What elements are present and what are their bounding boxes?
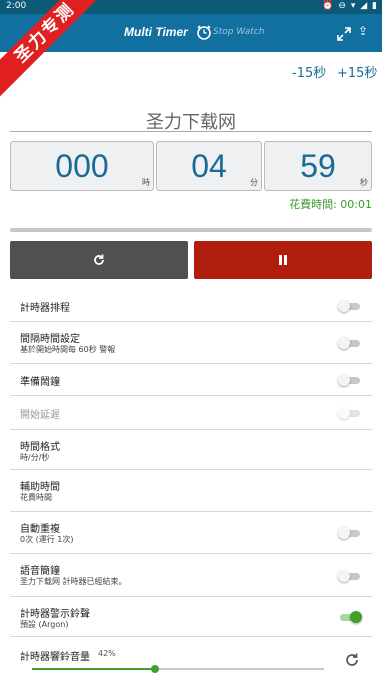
status-time: 2:00 xyxy=(6,1,27,11)
toggle-thumb xyxy=(338,527,350,539)
toggle-switch[interactable] xyxy=(338,374,362,386)
settings-row[interactable]: 語音簡鐘 圣力下载网 計時器已經結束。 xyxy=(10,554,372,597)
volume-slider-thumb[interactable] xyxy=(150,665,159,673)
toggle-thumb xyxy=(338,407,350,419)
settings-row[interactable]: 時間格式 時/分/秒 xyxy=(10,430,372,470)
toggle-thumb xyxy=(338,374,350,386)
dnd-icon: ⊖ xyxy=(338,1,347,11)
settings-row-label: 輔助時間 xyxy=(20,482,60,493)
settings-row-sublabel: 0次 (運行 1次) xyxy=(20,535,74,544)
toggle-switch[interactable] xyxy=(338,300,362,312)
tab-stopwatch[interactable]: Stop Watch xyxy=(213,27,264,37)
settings-row-label: 間隔時間設定 xyxy=(20,334,80,345)
settings-row-label: 語音簡鐘 xyxy=(20,566,60,577)
settings-row-sublabel: 基於開始時間每 60秒 警報 xyxy=(20,345,116,354)
settings-row-sublabel: 時/分/秒 xyxy=(20,453,50,462)
settings-row-label: 開始延遲 xyxy=(20,410,60,421)
minutes-box[interactable]: 04 分 xyxy=(156,141,262,191)
pause-icon xyxy=(279,255,287,265)
toggle-switch[interactable] xyxy=(338,569,362,582)
toggle-thumb xyxy=(338,300,350,312)
divider xyxy=(10,131,372,132)
toggle-thumb xyxy=(338,569,350,582)
wifi-icon: ▾ xyxy=(350,1,357,11)
signal-icon: ◢ xyxy=(360,1,369,11)
settings-row-label: 計時器警示鈴聲 xyxy=(20,609,90,620)
volume-label: 計時器響鈴音量 xyxy=(20,652,90,663)
settings-row[interactable]: 輔助時間 花費時間 xyxy=(10,470,372,512)
expand-icon[interactable] xyxy=(336,26,352,42)
volume-percent: 42% xyxy=(98,649,116,658)
volume-reset-icon[interactable] xyxy=(343,651,361,669)
pause-button[interactable] xyxy=(194,241,372,279)
toggle-switch[interactable] xyxy=(338,527,362,539)
hours-value: 000 xyxy=(55,148,109,184)
settings-row[interactable]: 計時器排程 xyxy=(10,290,372,322)
minutes-unit: 分 xyxy=(250,178,258,187)
alarm-icon: ⏰ xyxy=(322,1,335,11)
app-title[interactable]: Multi Timer xyxy=(124,25,188,39)
settings-row-sublabel: 預設 (Argon) xyxy=(20,620,69,629)
hours-unit: 時 xyxy=(142,178,150,187)
settings-row[interactable]: 計時器警示鈴聲 預設 (Argon) xyxy=(10,597,372,637)
seconds-value: 59 xyxy=(300,148,336,184)
elapsed-time: 花費時間: 00:01 xyxy=(289,198,372,211)
hours-box[interactable]: 000 時 xyxy=(10,141,154,191)
settings-row[interactable]: 開始延遲 xyxy=(10,396,372,430)
plus-15s-button[interactable]: +15秒 xyxy=(337,62,377,81)
settings-row[interactable]: 準備鬧鐘 xyxy=(10,364,372,396)
seconds-box[interactable]: 59 秒 xyxy=(264,141,372,191)
share-icon[interactable]: ⇪ xyxy=(358,24,368,38)
battery-icon: ▮ xyxy=(372,1,378,11)
toggle-thumb xyxy=(338,337,350,349)
reset-button[interactable] xyxy=(10,241,188,279)
settings-row-label: 時間格式 xyxy=(20,442,60,453)
volume-slider[interactable] xyxy=(32,665,324,673)
volume-slider-fill xyxy=(32,668,155,670)
settings-row[interactable]: 間隔時間設定 基於開始時間每 60秒 警報 xyxy=(10,322,372,364)
status-icons: ⏰ ⊖ ▾ ◢ ▮ xyxy=(322,1,378,11)
minus-15s-button[interactable]: -15秒 xyxy=(292,62,326,81)
toggle-switch xyxy=(338,407,362,419)
seconds-unit: 秒 xyxy=(360,178,368,187)
settings-row[interactable]: 自動重複 0次 (運行 1次) xyxy=(10,512,372,554)
minutes-value: 04 xyxy=(191,148,227,184)
alarm-clock-icon xyxy=(197,25,211,40)
settings-row-label: 準備鬧鐘 xyxy=(20,377,60,388)
toggle-thumb xyxy=(350,611,362,623)
toggle-switch[interactable] xyxy=(338,611,362,623)
settings-row-label: 自動重複 xyxy=(20,524,60,535)
settings-row-sublabel: 花費時間 xyxy=(20,493,52,502)
timer-progress-bar xyxy=(10,228,372,232)
settings-row-label: 計時器排程 xyxy=(20,303,70,314)
settings-row-sublabel: 圣力下载网 計時器已經結束。 xyxy=(20,577,127,586)
refresh-icon xyxy=(94,254,104,265)
toggle-switch[interactable] xyxy=(338,337,362,349)
